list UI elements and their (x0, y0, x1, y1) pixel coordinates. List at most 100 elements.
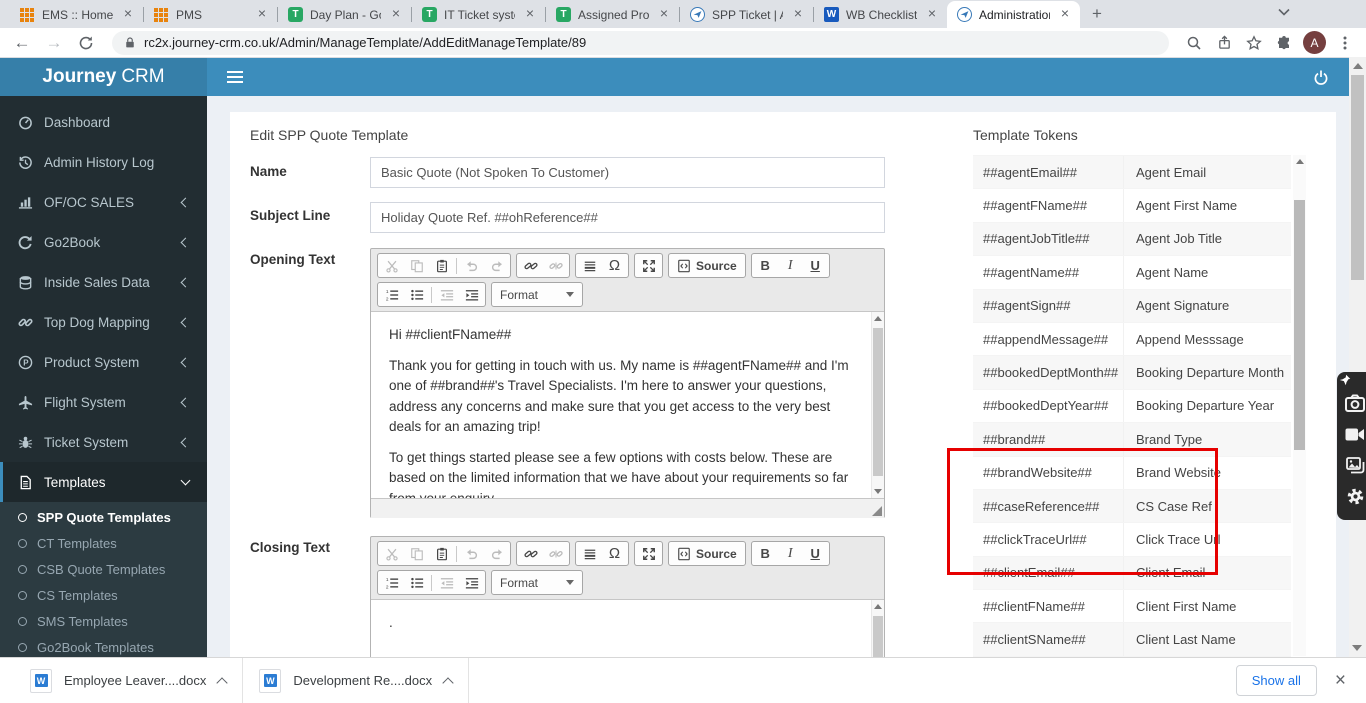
sidebar-subitem[interactable]: SMS Templates (0, 608, 207, 634)
sidebar-subitem[interactable]: SPP Quote Templates (0, 504, 207, 530)
editor-scrollbar[interactable] (871, 600, 884, 657)
indent-button[interactable] (459, 571, 484, 594)
opening-editor-body[interactable]: Hi ##clientFName## Thank you for getting… (371, 312, 884, 498)
scroll-down-arrow-icon[interactable] (1352, 645, 1362, 651)
sidebar-item-templates[interactable]: Templates (0, 462, 207, 502)
bookmark-star-icon[interactable] (1243, 32, 1265, 54)
bulleted-list-button[interactable] (404, 283, 429, 306)
gear-icon[interactable] (1344, 485, 1366, 507)
paste-button[interactable] (429, 254, 454, 277)
indent-button[interactable] (459, 283, 484, 306)
horizontal-rule-button[interactable] (577, 254, 602, 277)
scrollbar-thumb[interactable] (1351, 75, 1364, 280)
browser-tab[interactable]: EMS :: Home × (10, 1, 143, 28)
sidebar-item-ticket-system[interactable]: Ticket System (0, 422, 207, 462)
download-item[interactable]: W Development Re....docx (243, 658, 468, 703)
new-tab-button[interactable]: + (1084, 1, 1110, 27)
subject-input[interactable] (370, 202, 885, 233)
token-row[interactable]: ##appendMessage## Append Messsage (973, 322, 1291, 357)
sidebar-subitem[interactable]: CS Templates (0, 582, 207, 608)
close-tab-icon[interactable]: × (924, 6, 940, 23)
share-icon[interactable] (1213, 32, 1235, 54)
reload-button[interactable] (74, 31, 98, 55)
redo-button[interactable] (484, 542, 509, 565)
token-row[interactable]: ##bookedDeptYear## Booking Departure Year (973, 389, 1291, 424)
browser-menu-icon[interactable] (1334, 32, 1356, 54)
browser-tab[interactable]: SPP Ticket | All× (680, 1, 813, 28)
scroll-up-arrow-icon[interactable] (1352, 63, 1363, 69)
name-input[interactable] (370, 157, 885, 188)
unlink-button[interactable] (543, 542, 568, 565)
maximize-button[interactable] (636, 542, 661, 565)
undo-button[interactable] (459, 542, 484, 565)
cut-button[interactable] (379, 542, 404, 565)
italic-button[interactable]: I (778, 542, 803, 565)
underline-button[interactable]: U (803, 254, 828, 277)
undo-button[interactable] (459, 254, 484, 277)
close-tab-icon[interactable]: × (254, 6, 270, 23)
tokens-scrollbar[interactable] (1293, 155, 1306, 656)
format-select[interactable]: Format (491, 570, 583, 595)
close-tab-icon[interactable]: × (522, 6, 538, 23)
sidebar-subitem[interactable]: CSB Quote Templates (0, 556, 207, 582)
source-button[interactable]: Source (670, 542, 744, 565)
resize-grip[interactable] (872, 506, 882, 516)
forward-button[interactable]: → (42, 31, 66, 55)
paste-button[interactable] (429, 542, 454, 565)
redo-button[interactable] (484, 254, 509, 277)
zoom-icon[interactable] (1183, 32, 1205, 54)
bold-button[interactable]: B (753, 254, 778, 277)
hamburger-menu-icon[interactable] (227, 68, 243, 86)
sidebar-item-go2book[interactable]: Go2Book (0, 222, 207, 262)
underline-button[interactable]: U (803, 542, 828, 565)
close-tab-icon[interactable]: × (790, 6, 806, 23)
token-row[interactable]: ##bookedDeptMonth## Booking Departure Mon… (973, 356, 1291, 390)
numbered-list-button[interactable]: 12 (379, 571, 404, 594)
logout-power-icon[interactable] (1313, 69, 1329, 86)
sidebar-item-admin-history-log[interactable]: Admin History Log (0, 142, 207, 182)
closing-editor-body[interactable]: . P.S. If any of this isn't quite right,… (371, 600, 884, 657)
special-character-button[interactable]: Ω (602, 542, 627, 565)
sidebar-item-dashboard[interactable]: Dashboard (0, 102, 207, 142)
editor-scrollbar[interactable] (871, 312, 884, 498)
browser-tab[interactable]: TAssigned Proje× (546, 1, 679, 28)
link-button[interactable] (518, 254, 543, 277)
image-gallery-icon[interactable] (1344, 454, 1366, 476)
close-tab-icon[interactable]: × (120, 6, 136, 23)
special-character-button[interactable]: Ω (602, 254, 627, 277)
tab-search-chevron-icon[interactable] (1278, 8, 1290, 16)
sidebar-item-ofoc-sales[interactable]: OF/OC SALES (0, 182, 207, 222)
unlink-button[interactable] (543, 254, 568, 277)
sidebar-item-top-dog-mapping[interactable]: Top Dog Mapping (0, 302, 207, 342)
page-scrollbar[interactable] (1349, 57, 1366, 657)
video-camera-icon[interactable] (1344, 423, 1366, 445)
browser-tab[interactable]: PMS × (144, 1, 277, 28)
italic-button[interactable]: I (778, 254, 803, 277)
sidebar-item-inside-sales-data[interactable]: Inside Sales Data (0, 262, 207, 302)
token-row[interactable]: ##clientFName## Client First Name (973, 590, 1291, 624)
format-select[interactable]: Format (491, 282, 583, 307)
sidebar-subitem[interactable]: Go2Book Templates (0, 634, 207, 657)
chevron-up-icon[interactable] (442, 676, 454, 689)
extensions-puzzle-icon[interactable] (1273, 32, 1295, 54)
close-tab-icon[interactable]: × (1057, 6, 1073, 23)
chevron-up-icon[interactable] (216, 676, 229, 689)
token-row[interactable]: ##agentEmail## Agent Email (973, 156, 1291, 190)
horizontal-rule-button[interactable] (577, 542, 602, 565)
pin-icon[interactable] (1339, 374, 1352, 387)
browser-tab[interactable]: TDay Plan - Goo× (278, 1, 411, 28)
close-tab-icon[interactable]: × (656, 6, 672, 23)
copy-button[interactable] (404, 254, 429, 277)
show-all-downloads-button[interactable]: Show all (1235, 665, 1317, 696)
outdent-button[interactable] (434, 571, 459, 594)
bold-button[interactable]: B (753, 542, 778, 565)
sidebar-item-flight-system[interactable]: Flight System (0, 382, 207, 422)
outdent-button[interactable] (434, 283, 459, 306)
close-tab-icon[interactable]: × (388, 6, 404, 23)
back-button[interactable]: ← (10, 31, 34, 55)
maximize-button[interactable] (636, 254, 661, 277)
token-row[interactable]: ##clientSName## Client Last Name (973, 623, 1291, 657)
sidebar-item-product-system[interactable]: P Product System (0, 342, 207, 382)
sidebar-subitem[interactable]: CT Templates (0, 530, 207, 556)
copy-button[interactable] (404, 542, 429, 565)
